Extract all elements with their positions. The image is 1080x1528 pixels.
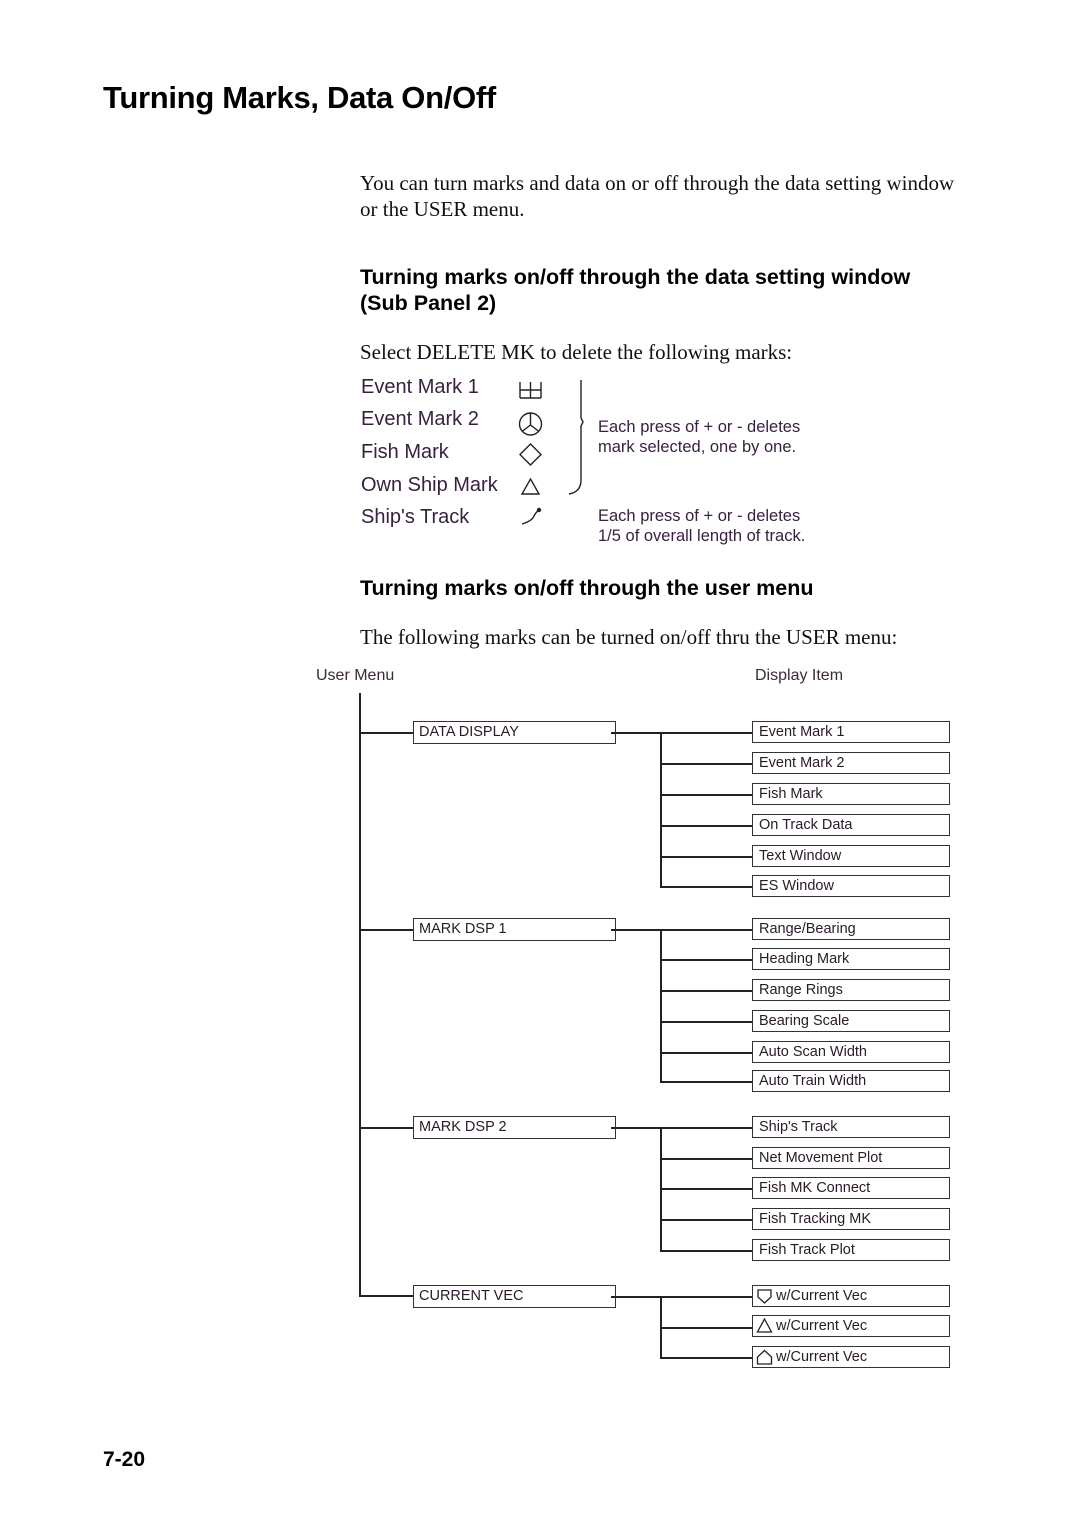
mark-label: Ship's Track: [361, 506, 470, 528]
display-item-label: w/Current Vec: [776, 1288, 868, 1304]
track-icon: [521, 507, 542, 525]
note-track-line-1: Each press of + or - deletes: [598, 507, 801, 525]
display-item[interactable]: Auto Train Width: [752, 1070, 950, 1092]
connector: [359, 1295, 413, 1297]
menu-current-vec[interactable]: CURRENT VEC: [413, 1285, 616, 1308]
display-item[interactable]: ES Window: [752, 875, 950, 897]
connector: [660, 763, 752, 765]
display-item[interactable]: Fish Mark: [752, 783, 950, 805]
connector: [660, 1327, 752, 1329]
connector: [660, 990, 752, 992]
menu-mark-dsp-2[interactable]: MARK DSP 2: [413, 1116, 616, 1139]
mark-label: Event Mark 1: [361, 376, 479, 398]
section-heading-data-setting: Turning marks on/off through the data se…: [360, 265, 911, 315]
connector: [611, 732, 752, 734]
display-item-current-vec-1[interactable]: w/Current Vec: [752, 1285, 950, 1307]
display-item-current-vec-2[interactable]: w/Current Vec: [752, 1315, 950, 1337]
page-title: Turning Marks, Data On/Off: [103, 80, 496, 115]
display-item[interactable]: Fish MK Connect: [752, 1177, 950, 1199]
display-item[interactable]: Event Mark 2: [752, 752, 950, 774]
connector: [660, 856, 752, 858]
connector: [660, 1219, 752, 1221]
note-group-line-2: mark selected, one by one.: [598, 438, 797, 456]
connector: [611, 1296, 752, 1298]
column-label-user-menu: User Menu: [316, 667, 395, 684]
mark-label: Event Mark 2: [361, 408, 479, 430]
connector: [359, 732, 413, 734]
connector: [660, 1158, 752, 1160]
tree-trunk: [359, 693, 361, 1296]
connector: [660, 794, 752, 796]
note-track-line-2: 1/5 of overall length of track.: [598, 527, 806, 545]
event-mark-2-icon: [518, 412, 543, 436]
user-menu-instruction: The following marks can be turned on/off…: [360, 625, 898, 649]
connector: [359, 929, 413, 931]
mark-label: Own Ship Mark: [361, 474, 498, 496]
column-label-display-item: Display Item: [755, 667, 844, 684]
display-item[interactable]: Ship's Track: [752, 1116, 950, 1138]
display-item-label: w/Current Vec: [776, 1318, 868, 1334]
connector: [660, 1357, 752, 1359]
mark-label: Fish Mark: [361, 441, 449, 463]
delete-instruction: Select DELETE MK to delete the following…: [360, 340, 793, 364]
connector: [611, 1127, 752, 1129]
triangle-icon: [520, 477, 541, 495]
event-mark-1-icon: [519, 382, 542, 399]
connector: [660, 886, 752, 888]
menu-data-display[interactable]: DATA DISPLAY: [413, 721, 616, 744]
display-item[interactable]: Fish Track Plot: [752, 1239, 950, 1261]
connector: [359, 1127, 413, 1129]
connector: [660, 929, 662, 1082]
display-item[interactable]: Bearing Scale: [752, 1010, 950, 1032]
display-item[interactable]: Net Movement Plot: [752, 1147, 950, 1169]
page-number: 7-20: [103, 1448, 146, 1471]
brace: [568, 380, 584, 495]
triangle-icon: [756, 1318, 773, 1333]
shield-down-icon: [757, 1289, 772, 1304]
connector: [660, 825, 752, 827]
connector: [660, 959, 752, 961]
house-icon: [756, 1349, 773, 1365]
display-item[interactable]: Range Rings: [752, 979, 950, 1001]
connector: [660, 1250, 752, 1252]
section-heading-user-menu: Turning marks on/off through the user me…: [360, 576, 814, 600]
display-item-label: w/Current Vec: [776, 1349, 868, 1365]
display-item-current-vec-3[interactable]: w/Current Vec: [752, 1346, 950, 1368]
diamond-icon: [519, 443, 542, 466]
display-item[interactable]: Fish Tracking MK: [752, 1208, 950, 1230]
display-item[interactable]: On Track Data: [752, 814, 950, 836]
display-item[interactable]: Event Mark 1: [752, 721, 950, 743]
display-item[interactable]: Heading Mark: [752, 948, 950, 970]
display-item[interactable]: Text Window: [752, 845, 950, 867]
display-item[interactable]: Range/Bearing: [752, 918, 950, 940]
connector: [611, 929, 752, 931]
note-group-line-1: Each press of + or - deletes: [598, 418, 801, 436]
connector: [660, 1081, 752, 1083]
connector: [660, 1188, 752, 1190]
intro-paragraph: You can turn marks and data on or off th…: [360, 171, 955, 221]
connector: [660, 732, 662, 887]
connector: [660, 1052, 752, 1054]
connector: [660, 1021, 752, 1023]
menu-mark-dsp-1[interactable]: MARK DSP 1: [413, 918, 616, 941]
display-item[interactable]: Auto Scan Width: [752, 1041, 950, 1063]
